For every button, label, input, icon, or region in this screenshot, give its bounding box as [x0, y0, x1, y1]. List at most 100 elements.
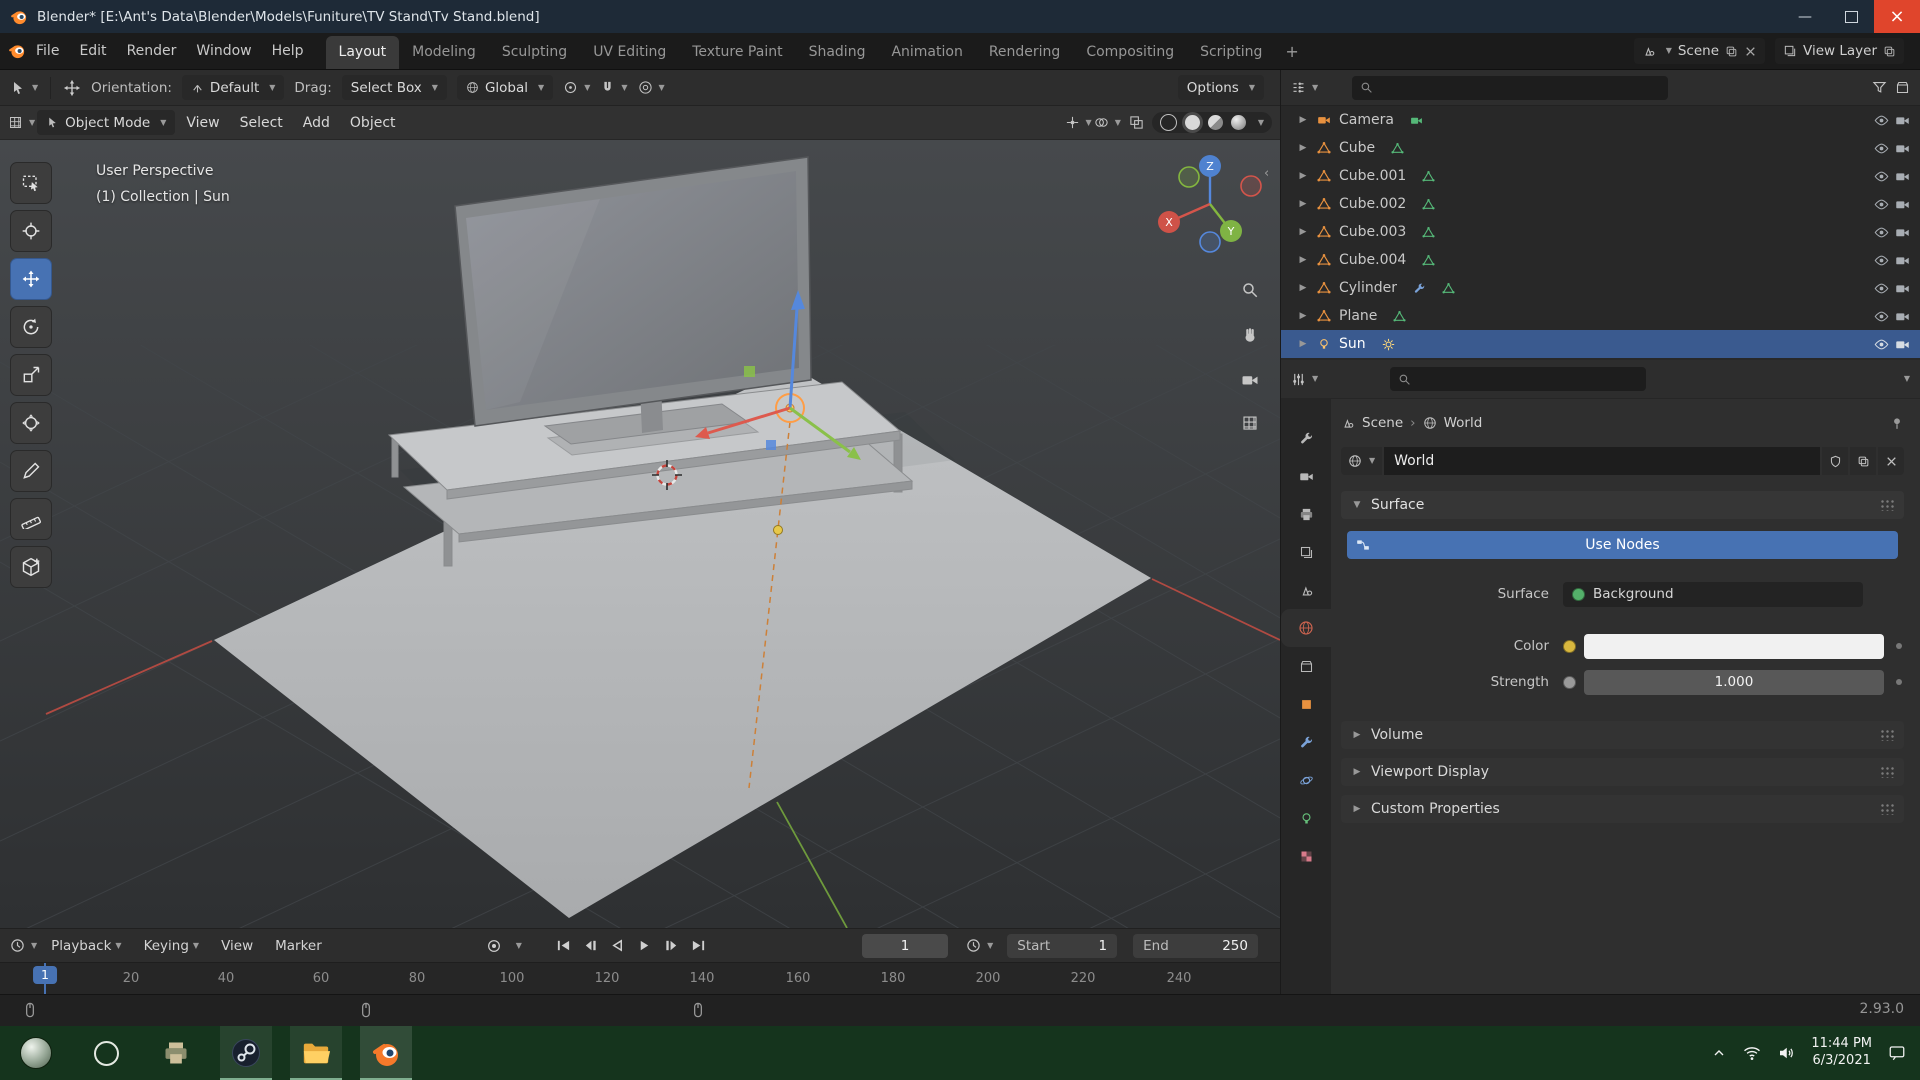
minimize-button[interactable]: —	[1782, 0, 1828, 33]
zoom-button[interactable]	[1235, 275, 1265, 305]
overlays-dropdown[interactable]: ▼	[1094, 115, 1121, 130]
rotate-tool[interactable]	[10, 306, 52, 348]
tab-texture-properties[interactable]	[1281, 837, 1331, 875]
add-cube-tool[interactable]	[10, 546, 52, 588]
next-keyframe-button[interactable]	[664, 938, 679, 953]
hide-eye-icon[interactable]	[1874, 337, 1889, 352]
drag-dropdown[interactable]: Select Box ▼	[341, 75, 447, 100]
pan-hand-button[interactable]	[1235, 320, 1265, 350]
3d-viewport[interactable]: User Perspective (1) Collection | Sun Z …	[0, 140, 1280, 928]
breadcrumb-scene[interactable]: Scene	[1362, 415, 1403, 431]
render-visibility-icon[interactable]	[1895, 309, 1910, 324]
axis-y-negative[interactable]	[1178, 166, 1200, 188]
new-scene-icon[interactable]	[1725, 45, 1738, 58]
browse-world-button[interactable]: ▼	[1341, 447, 1383, 475]
pivot-point-dropdown[interactable]: ▼	[563, 80, 590, 95]
surface-panel-header[interactable]: ▼ Surface	[1341, 491, 1904, 519]
custom-properties-panel-header[interactable]: ▶ Custom Properties	[1341, 795, 1904, 823]
menu-file[interactable]: File	[26, 43, 69, 59]
gizmo-plane-handle-green[interactable]	[744, 366, 755, 377]
pin-icon[interactable]	[1890, 416, 1904, 430]
file-explorer-button[interactable]	[290, 1026, 342, 1080]
outliner-item-plane[interactable]: ▶ Plane	[1281, 302, 1920, 330]
tab-animation[interactable]: Animation	[878, 36, 975, 69]
tab-object-properties[interactable]	[1281, 685, 1331, 723]
cursor-tool[interactable]	[10, 210, 52, 252]
outliner-item-cube-003[interactable]: ▶ Cube.003	[1281, 218, 1920, 246]
menu-window[interactable]: Window	[186, 43, 261, 59]
tab-scripting[interactable]: Scripting	[1187, 36, 1275, 69]
select-box-tool[interactable]	[10, 162, 52, 204]
orientation-dropdown[interactable]: Default ▼	[181, 75, 285, 100]
jump-to-start-button[interactable]	[556, 938, 571, 953]
wireframe-shading-icon[interactable]	[1159, 114, 1177, 131]
new-collection-icon[interactable]	[1895, 80, 1910, 95]
active-tool-dropdown[interactable]: ▼	[10, 80, 38, 96]
blender-taskbar-button[interactable]	[360, 1026, 412, 1080]
world-name-field[interactable]: World	[1384, 447, 1820, 475]
properties-search-input[interactable]	[1390, 367, 1647, 391]
axis-x-negative[interactable]	[1240, 175, 1262, 197]
render-visibility-icon[interactable]	[1895, 141, 1910, 156]
tab-output-properties[interactable]	[1281, 495, 1331, 533]
menu-view-timeline[interactable]: View	[213, 938, 261, 954]
play-reverse-button[interactable]	[610, 938, 625, 953]
tab-layout[interactable]: Layout	[325, 36, 400, 69]
mode-dropdown[interactable]: Object Mode ▼	[37, 110, 176, 135]
auto-keying-button[interactable]	[486, 938, 502, 954]
move-gizmo-icon[interactable]	[63, 79, 81, 97]
menu-edit[interactable]: Edit	[69, 43, 116, 59]
tab-texture-paint[interactable]: Texture Paint	[679, 36, 795, 69]
tab-collection-properties[interactable]	[1281, 647, 1331, 685]
region-collapse-arrow[interactable]: ‹	[1264, 166, 1269, 181]
hide-eye-icon[interactable]	[1874, 253, 1889, 268]
animate-decorator-dot[interactable]	[1896, 643, 1902, 649]
solid-shading-icon[interactable]	[1184, 115, 1200, 130]
render-visibility-icon[interactable]	[1895, 113, 1910, 128]
transform-orientation-dropdown[interactable]: Global ▼	[456, 75, 554, 100]
start-button[interactable]	[10, 1026, 62, 1080]
material-preview-icon[interactable]	[1207, 115, 1223, 130]
render-visibility-icon[interactable]	[1895, 253, 1910, 268]
scene-selector[interactable]: ▼ Scene	[1633, 38, 1766, 64]
previous-keyframe-button[interactable]	[583, 938, 598, 953]
tab-rendering[interactable]: Rendering	[976, 36, 1074, 69]
hide-eye-icon[interactable]	[1874, 197, 1889, 212]
tab-view-layer-properties[interactable]	[1281, 533, 1331, 571]
hide-eye-icon[interactable]	[1874, 141, 1889, 156]
blender-app-icon[interactable]	[8, 42, 26, 60]
snapping-dropdown[interactable]: ▼	[600, 80, 628, 95]
render-visibility-icon[interactable]	[1895, 337, 1910, 352]
expand-icon[interactable]: ▶	[1295, 227, 1311, 237]
viewport-menu-add[interactable]: Add	[294, 115, 339, 131]
playhead-badge[interactable]: 1	[33, 966, 57, 984]
menu-help[interactable]: Help	[262, 43, 314, 59]
tab-uv-editing[interactable]: UV Editing	[580, 36, 679, 69]
expand-icon[interactable]: ▶	[1295, 283, 1311, 293]
move-tool[interactable]	[10, 258, 52, 300]
gizmo-plane-handle-blue[interactable]	[766, 440, 776, 450]
outliner-item-cylinder[interactable]: ▶ Cylinder	[1281, 274, 1920, 302]
tab-scene-properties[interactable]	[1281, 571, 1331, 609]
options-dropdown[interactable]: Options ▼	[1177, 75, 1264, 100]
outliner-item-cube[interactable]: ▶ Cube	[1281, 134, 1920, 162]
expand-icon[interactable]: ▶	[1295, 171, 1311, 181]
expand-icon[interactable]: ▶	[1295, 115, 1311, 125]
outliner-search-input[interactable]	[1352, 75, 1669, 100]
expand-icon[interactable]: ▶	[1295, 255, 1311, 265]
outliner-item-cube-004[interactable]: ▶ Cube.004	[1281, 246, 1920, 274]
show-gizmo-dropdown[interactable]: ▼	[1065, 115, 1092, 130]
unlink-world-button[interactable]	[1878, 447, 1904, 475]
fake-user-button[interactable]	[1822, 447, 1848, 475]
tab-world-properties[interactable]	[1281, 609, 1331, 647]
outliner-item-camera[interactable]: ▶ Camera	[1281, 106, 1920, 134]
tab-light-data-properties[interactable]	[1281, 799, 1331, 837]
hide-eye-icon[interactable]	[1874, 309, 1889, 324]
hide-eye-icon[interactable]	[1874, 169, 1889, 184]
scale-tool[interactable]	[10, 354, 52, 396]
tab-compositing[interactable]: Compositing	[1073, 36, 1187, 69]
annotate-tool[interactable]	[10, 450, 52, 492]
expand-icon[interactable]: ▶	[1295, 199, 1311, 209]
tab-render-properties[interactable]	[1281, 457, 1331, 495]
outliner-item-sun[interactable]: ▶ Sun	[1281, 330, 1920, 358]
